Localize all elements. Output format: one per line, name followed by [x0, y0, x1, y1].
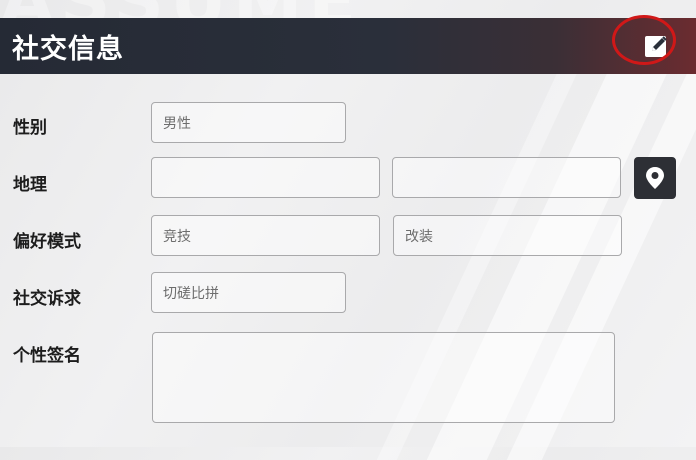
location-field-primary[interactable] — [151, 157, 380, 198]
location-field-secondary[interactable] — [392, 157, 621, 198]
social-goal-field[interactable]: 切磋比拼 — [151, 272, 346, 313]
social-goal-label: 社交诉求 — [13, 289, 81, 309]
map-pin-icon — [646, 167, 664, 189]
signature-textarea[interactable] — [152, 332, 615, 423]
section-header: 社交信息 — [0, 18, 696, 74]
location-label: 地理 — [13, 175, 47, 195]
gender-label: 性别 — [13, 118, 47, 138]
edit-highlight-ring — [612, 15, 676, 65]
preference-field-primary[interactable]: 竞技 — [151, 215, 380, 256]
section-title: 社交信息 — [12, 34, 124, 65]
preference-label: 偏好模式 — [13, 232, 81, 252]
locate-button[interactable] — [634, 157, 676, 199]
signature-label: 个性签名 — [13, 346, 81, 366]
preference-field-secondary[interactable]: 改装 — [393, 215, 622, 256]
gender-field[interactable]: 男性 — [151, 102, 346, 143]
